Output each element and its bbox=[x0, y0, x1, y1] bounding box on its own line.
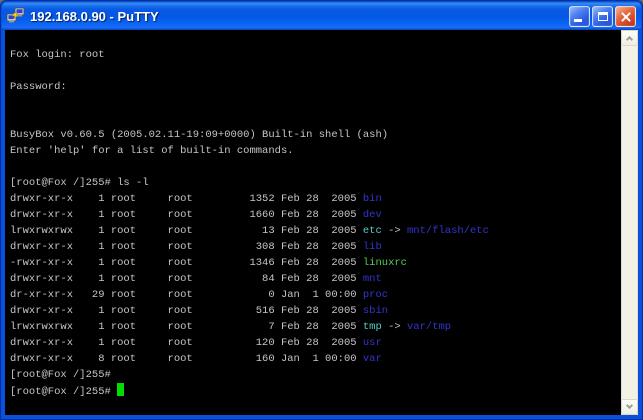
terminal-line: [root@Fox /]255# bbox=[10, 383, 621, 400]
terminal-line: drwxr-xr-x 1 root root 308 Feb 28 2005 l… bbox=[10, 239, 621, 255]
window-controls bbox=[569, 6, 636, 27]
terminal-line: Enter 'help' for a list of built-in comm… bbox=[10, 143, 621, 159]
terminal-cursor bbox=[117, 383, 124, 396]
terminal-line bbox=[10, 95, 621, 111]
maximize-button[interactable] bbox=[592, 6, 613, 27]
terminal-line: drwxr-xr-x 1 root root 516 Feb 28 2005 s… bbox=[10, 303, 621, 319]
terminal-line: lrwxrwxrwx 1 root root 13 Feb 28 2005 et… bbox=[10, 223, 621, 239]
terminal-line bbox=[10, 111, 621, 127]
window-title: 192.168.0.90 - PuTTY bbox=[30, 9, 569, 24]
terminal-screen[interactable]: Fox login: root Password: BusyBox v0.60.5 … bbox=[5, 30, 621, 415]
terminal-line: drwxr-xr-x 1 root root 1352 Feb 28 2005 … bbox=[10, 191, 621, 207]
putty-app-icon[interactable] bbox=[6, 7, 26, 25]
scroll-down-button[interactable] bbox=[621, 399, 638, 415]
terminal-line: drwxr-xr-x 1 root root 84 Feb 28 2005 mn… bbox=[10, 271, 621, 287]
terminal-scrollbar[interactable] bbox=[621, 30, 638, 415]
scroll-up-icon bbox=[626, 36, 633, 43]
terminal-line: -rwxr-xr-x 1 root root 1346 Feb 28 2005 … bbox=[10, 255, 621, 271]
terminal-line: drwxr-xr-x 8 root root 160 Jan 1 00:00 v… bbox=[10, 351, 621, 367]
terminal-line: [root@Fox /]255# ls -l bbox=[10, 175, 621, 191]
terminal-line: lrwxrwxrwx 1 root root 7 Feb 28 2005 tmp… bbox=[10, 319, 621, 335]
close-button[interactable] bbox=[615, 6, 636, 27]
scroll-down-icon bbox=[626, 402, 633, 409]
terminal-line: Password: bbox=[10, 79, 621, 95]
scrollbar-track[interactable] bbox=[621, 46, 638, 399]
terminal-line: drwxr-xr-x 1 root root 120 Feb 28 2005 u… bbox=[10, 335, 621, 351]
terminal-line: dr-xr-xr-x 29 root root 0 Jan 1 00:00 pr… bbox=[10, 287, 621, 303]
title-bar[interactable]: 192.168.0.90 - PuTTY bbox=[2, 2, 641, 30]
terminal-line: drwxr-xr-x 1 root root 1660 Feb 28 2005 … bbox=[10, 207, 621, 223]
terminal-line bbox=[10, 31, 621, 47]
minimize-button[interactable] bbox=[569, 6, 590, 27]
terminal-line: Fox login: root bbox=[10, 47, 621, 63]
terminal-line bbox=[10, 63, 621, 79]
terminal-line: [root@Fox /]255# bbox=[10, 367, 621, 383]
putty-window: 192.168.0.90 - PuTTY Fox login: root Pass… bbox=[0, 0, 643, 420]
maximize-icon bbox=[598, 12, 608, 21]
terminal-line bbox=[10, 159, 621, 175]
minimize-icon bbox=[574, 19, 582, 22]
terminal-line: BusyBox v0.60.5 (2005.02.11-19:09+0000) … bbox=[10, 127, 621, 143]
scroll-up-button[interactable] bbox=[621, 30, 638, 46]
